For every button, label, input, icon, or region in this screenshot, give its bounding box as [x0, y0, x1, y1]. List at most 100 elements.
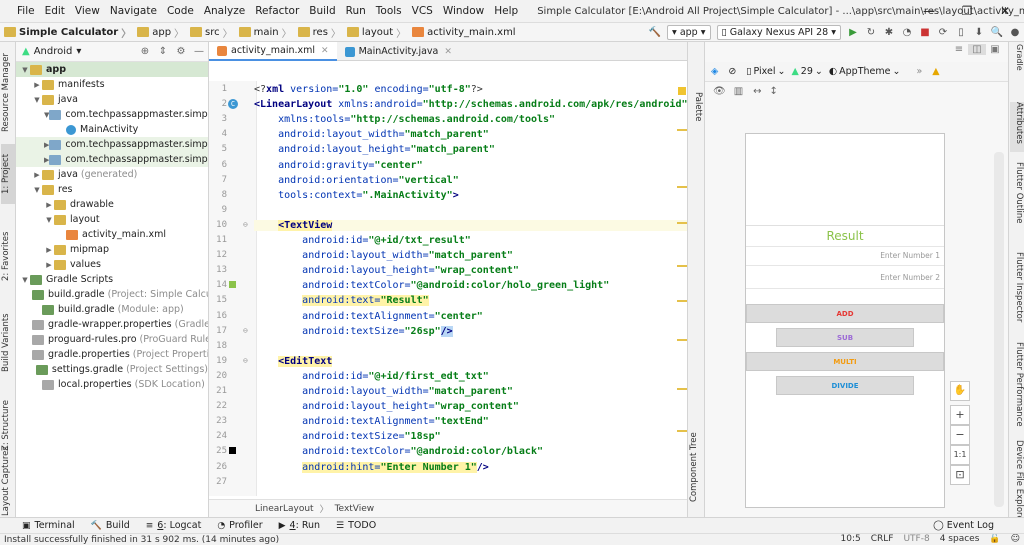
- profile-icon[interactable]: ◔: [898, 27, 916, 38]
- chevron-down-icon[interactable]: ⌄: [892, 66, 900, 77]
- code-area[interactable]: 1 2 3 4 5 6 7 8 9 10 11 12 13 14 15 16 17 18 19 20 21 22 23 24 2…: [209, 81, 688, 496]
- tool-tab-build-variants[interactable]: Build Variants: [1, 304, 15, 382]
- run-config-select[interactable]: ▾ app ▾: [667, 24, 711, 40]
- pan-hand-icon[interactable]: ✋: [950, 381, 970, 401]
- menu-item-analyze[interactable]: Analyze: [199, 5, 250, 17]
- tool-tab-flutter-performance[interactable]: Flutter Performance: [1010, 342, 1024, 430]
- chevron-right-icon[interactable]: ▶: [44, 201, 54, 209]
- tree-item[interactable]: build.gradle(Project: Simple Calculato: [16, 287, 208, 302]
- first-number-edittext[interactable]: Enter Number 1: [746, 246, 944, 266]
- split-view-icon[interactable]: ◫: [968, 44, 986, 55]
- zoom-in-button[interactable]: +: [950, 405, 970, 425]
- tool-tab-layout-captures[interactable]: Layout Captures: [1, 446, 15, 516]
- fold-icon[interactable]: ⊖: [243, 356, 248, 365]
- tree-item[interactable]: ▶ drawable: [16, 197, 208, 212]
- chevron-right-icon[interactable]: ▶: [32, 81, 42, 89]
- inspection-status-icon[interactable]: [678, 87, 686, 95]
- line-separator[interactable]: CRLF: [871, 534, 894, 544]
- sdk-manager-icon[interactable]: ⬇: [970, 27, 988, 38]
- close-button[interactable]: ✕: [986, 0, 1024, 22]
- code-line[interactable]: android:layout_width="match_parent": [254, 386, 513, 397]
- tool-tab-flutter-inspector[interactable]: Flutter Inspector: [1010, 252, 1024, 326]
- chevron-down-icon[interactable]: ▼: [20, 276, 30, 284]
- tree-item[interactable]: activity_main.xml: [16, 227, 208, 242]
- warning-marker[interactable]: [677, 300, 687, 302]
- bottom-tool-build[interactable]: 🔨 Build: [91, 520, 130, 531]
- avd-manager-icon[interactable]: ▯: [952, 27, 970, 38]
- code-line[interactable]: android:layout_width="match_parent": [254, 250, 513, 261]
- hector-icon[interactable]: ☺: [1011, 534, 1020, 544]
- minimize-button[interactable]: —: [910, 0, 948, 22]
- fold-icon[interactable]: ⊖: [243, 220, 248, 229]
- close-tab-icon[interactable]: ✕: [444, 47, 452, 57]
- code-line[interactable]: xmlns:tools="http://schemas.android.com/…: [254, 114, 555, 125]
- warning-icon[interactable]: ▲: [932, 66, 939, 77]
- tree-item[interactable]: ▶ manifests: [16, 77, 208, 92]
- warning-marker[interactable]: [677, 129, 687, 131]
- menu-item-edit[interactable]: Edit: [40, 5, 70, 17]
- editor-tab[interactable]: activity_main.xml ✕: [209, 42, 337, 61]
- menu-item-run[interactable]: Run: [341, 5, 371, 17]
- code-line[interactable]: android:layout_height="match_parent": [254, 144, 495, 155]
- warning-marker[interactable]: [677, 222, 687, 224]
- divide-button-preview[interactable]: DIVIDE: [776, 376, 914, 395]
- blueprint-icon[interactable]: ▥: [734, 86, 743, 97]
- palette-tab[interactable]: Palette: [689, 92, 703, 142]
- chevron-right-icon[interactable]: ▶: [44, 261, 54, 269]
- class-gutter-icon[interactable]: C: [228, 99, 238, 110]
- tree-item[interactable]: ▶ values: [16, 257, 208, 272]
- code-line[interactable]: android:id="@+id/txt_result": [254, 235, 471, 246]
- preview-scrollbar[interactable]: [994, 152, 1004, 507]
- code-view-icon[interactable]: ≡: [950, 44, 968, 55]
- tree-item[interactable]: gradle-wrapper.properties(Gradle Ver: [16, 317, 208, 332]
- event-log-button[interactable]: ◯ Event Log: [933, 520, 994, 531]
- menu-item-build[interactable]: Build: [304, 5, 340, 17]
- tree-item[interactable]: MainActivity: [16, 122, 208, 137]
- tree-item[interactable]: ▶ java (generated): [16, 167, 208, 182]
- code-line[interactable]: android:textColor="@android:color/black": [254, 446, 543, 457]
- device-select-label[interactable]: Pixel: [754, 66, 776, 77]
- layers-icon[interactable]: ◈: [711, 66, 718, 77]
- warning-marker[interactable]: [677, 339, 687, 341]
- code-line[interactable]: android:textAlignment="textEnd": [254, 416, 489, 427]
- sub-button-preview[interactable]: SUB: [776, 328, 914, 347]
- menu-item-vcs[interactable]: VCS: [407, 5, 438, 17]
- color-swatch-icon[interactable]: [229, 447, 236, 455]
- second-number-edittext[interactable]: Enter Number 2: [746, 267, 944, 289]
- editor-tab[interactable]: MainActivity.java ✕: [337, 42, 460, 61]
- tree-item[interactable]: ▼com.techpassappmaster.simplecal: [16, 107, 208, 122]
- chevron-down-icon[interactable]: ⌄: [815, 66, 823, 77]
- tree-item[interactable]: ▼ Gradle Scripts: [16, 272, 208, 287]
- bottom-tool-run[interactable]: ▶ 4: Run: [279, 520, 320, 531]
- tree-item[interactable]: settings.gradle (Project Settings): [16, 362, 208, 377]
- code-line[interactable]: android:gravity="center": [254, 160, 423, 171]
- bottom-tool-todo[interactable]: ☰ TODO: [336, 520, 376, 531]
- menu-item-tools[interactable]: Tools: [371, 5, 407, 17]
- search-icon[interactable]: 🔍: [988, 27, 1006, 38]
- menu-item-window[interactable]: Window: [438, 5, 489, 17]
- tree-item[interactable]: ▶com.techpassappmaster.simplecal: [16, 152, 208, 167]
- run-icon[interactable]: ▶: [844, 27, 862, 38]
- close-tab-icon[interactable]: ✕: [321, 46, 329, 56]
- warning-marker[interactable]: [677, 388, 687, 390]
- chevron-right-icon[interactable]: ▶: [32, 171, 42, 179]
- chevron-down-icon[interactable]: ▼: [32, 186, 42, 194]
- code-line[interactable]: android:layout_height="wrap_content": [254, 265, 519, 276]
- bottom-tool-logcat[interactable]: ≡ 6: Logcat: [146, 520, 202, 531]
- chevron-down-icon[interactable]: ▼: [44, 216, 54, 224]
- component-tree-tab[interactable]: Component Tree: [689, 412, 703, 502]
- tree-item[interactable]: gradle.properties(Project Properties): [16, 347, 208, 362]
- tree-item[interactable]: local.properties (SDK Location): [16, 377, 208, 392]
- code-line[interactable]: android:layout_width="match_parent": [254, 129, 489, 140]
- tree-item[interactable]: build.gradle (Module: app): [16, 302, 208, 317]
- collapse-all-icon[interactable]: ⇕: [154, 46, 172, 57]
- hide-panel-icon[interactable]: —: [190, 46, 208, 57]
- more-icon[interactable]: »: [916, 66, 922, 77]
- eye-icon[interactable]: 👁: [713, 86, 726, 97]
- breadcrumb-item[interactable]: activity_main.xml: [412, 25, 516, 40]
- zoom-fit-button[interactable]: ⊡: [950, 465, 970, 485]
- user-avatar-icon[interactable]: ●: [1006, 27, 1024, 38]
- chevron-down-icon[interactable]: ▼: [20, 66, 30, 74]
- bottom-tool-terminal[interactable]: ▣ Terminal: [22, 520, 75, 531]
- tree-item[interactable]: ▼ res: [16, 182, 208, 197]
